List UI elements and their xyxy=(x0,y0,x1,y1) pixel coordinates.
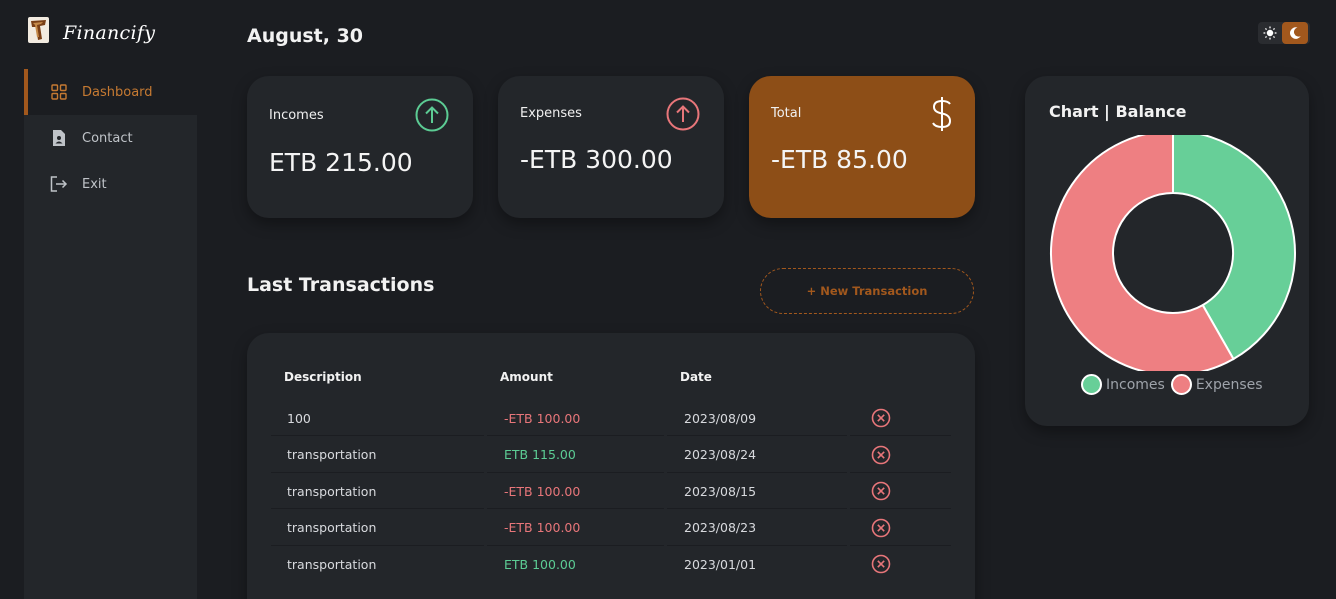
cell-amount: -ETB 100.00 xyxy=(504,483,581,499)
table-header: Description Amount Date xyxy=(284,370,944,388)
sidebar-item-label: Contact xyxy=(82,130,133,146)
table-row: transportation -ETB 100.00 2023/08/23 xyxy=(271,510,951,546)
cell-description: transportation xyxy=(287,520,377,536)
sidebar-item-contact[interactable]: Contact xyxy=(24,115,197,161)
dollar-icon xyxy=(929,96,955,136)
cell-amount: -ETB 100.00 xyxy=(504,410,581,426)
chart-title: Chart | Balance xyxy=(1049,102,1187,121)
cell-date: 2023/08/24 xyxy=(684,447,757,463)
chart-legend: Incomes Expenses xyxy=(1081,374,1263,395)
page-title: August, 30 xyxy=(247,25,364,47)
exit-icon xyxy=(50,175,68,193)
new-transaction-button[interactable]: + New Transaction xyxy=(760,268,974,314)
balance-donut-chart xyxy=(1050,135,1296,371)
balance-chart-card: Chart | Balance Incomes Expenses xyxy=(1025,76,1309,426)
sidebar-item-label: Exit xyxy=(82,176,107,192)
incomes-card: Incomes ETB 215.00 xyxy=(247,76,473,218)
total-label: Total xyxy=(771,106,802,121)
cell-description: transportation xyxy=(287,447,377,463)
cell-amount: -ETB 100.00 xyxy=(504,520,581,536)
legend-item-expenses[interactable]: Expenses xyxy=(1170,374,1263,395)
legend-swatch-expenses xyxy=(1170,374,1192,395)
column-header-date: Date xyxy=(680,370,712,384)
cell-date: 2023/08/23 xyxy=(684,520,757,536)
cell-date: 2023/08/09 xyxy=(684,410,757,426)
theme-toggle[interactable] xyxy=(1258,22,1310,44)
arrow-up-circle-icon xyxy=(415,98,449,136)
legend-swatch-incomes xyxy=(1081,374,1102,395)
total-value: -ETB 85.00 xyxy=(771,145,908,174)
table-row: transportation ETB 115.00 2023/08/24 xyxy=(271,437,951,473)
transactions-table: Description Amount Date 100 -ETB 100.00 20… xyxy=(247,333,975,599)
cell-date: 2023/08/15 xyxy=(684,483,757,499)
delete-icon[interactable] xyxy=(871,437,891,473)
cell-amount: ETB 100.00 xyxy=(504,556,576,572)
grid-icon xyxy=(50,83,68,101)
sidebar-item-label: Dashboard xyxy=(82,84,153,100)
expenses-label: Expenses xyxy=(520,106,582,121)
cell-date: 2023/01/01 xyxy=(684,556,757,572)
column-header-amount: Amount xyxy=(500,370,553,384)
delete-icon[interactable] xyxy=(871,546,891,582)
incomes-label: Incomes xyxy=(269,108,324,123)
cell-description: transportation xyxy=(287,483,377,499)
contact-card-icon xyxy=(50,129,68,147)
arrow-up-circle-icon xyxy=(666,97,700,135)
sidebar-item-exit[interactable]: Exit xyxy=(24,161,197,207)
legend-item-incomes[interactable]: Incomes xyxy=(1081,374,1165,395)
cell-description: 100 xyxy=(287,410,311,426)
sidebar-item-dashboard[interactable]: Dashboard xyxy=(24,69,197,115)
sidebar: Dashboard Contact Exit xyxy=(24,69,197,599)
delete-icon[interactable] xyxy=(871,473,891,509)
table-row: transportation ETB 100.00 2023/01/01 xyxy=(271,546,951,582)
legend-label-incomes: Incomes xyxy=(1106,376,1165,393)
app-logo[interactable]: Financify xyxy=(28,16,155,44)
column-header-description: Description xyxy=(284,370,362,384)
sun-icon[interactable] xyxy=(1258,22,1282,44)
cell-amount: ETB 115.00 xyxy=(504,447,576,463)
delete-icon[interactable] xyxy=(871,510,891,546)
expenses-card: Expenses -ETB 300.00 xyxy=(498,76,724,218)
delete-icon[interactable] xyxy=(871,400,891,436)
moon-icon[interactable] xyxy=(1282,22,1308,44)
logo-icon xyxy=(28,17,49,43)
table-row: transportation -ETB 100.00 2023/08/15 xyxy=(271,473,951,510)
legend-label-expenses: Expenses xyxy=(1195,376,1263,393)
table-row: 100 -ETB 100.00 2023/08/09 xyxy=(271,400,951,436)
incomes-value: ETB 215.00 xyxy=(269,148,413,177)
app-name: Financify xyxy=(63,22,156,44)
transactions-title: Last Transactions xyxy=(247,274,435,296)
total-card: Total -ETB 85.00 xyxy=(749,76,975,218)
cell-description: transportation xyxy=(287,556,377,572)
expenses-value: -ETB 300.00 xyxy=(520,145,673,174)
